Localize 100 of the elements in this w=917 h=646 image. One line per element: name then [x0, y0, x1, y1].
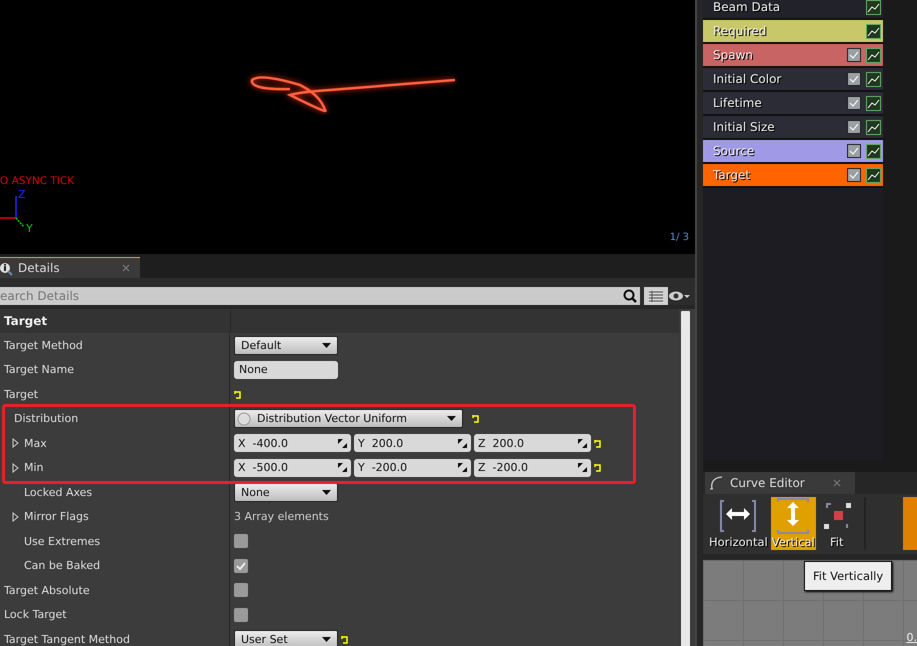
property-label: Use Extremes [24, 534, 100, 548]
property-label: Target [4, 388, 38, 401]
module-checkbox[interactable] [847, 72, 861, 86]
property-label: Target Tangent Method [4, 632, 130, 646]
property-label: Target Method [4, 338, 83, 352]
tab-label: Details [18, 261, 61, 275]
resize-arrows-icon [458, 463, 467, 472]
check-icon [848, 73, 860, 85]
module-checkbox[interactable] [847, 48, 861, 62]
toolbar-button[interactable]: Fit [818, 497, 856, 550]
reset-icon[interactable] [594, 463, 602, 472]
module-row[interactable]: Initial Color [703, 68, 883, 92]
circle-icon [237, 412, 251, 426]
dropdown[interactable]: User Set [234, 630, 338, 646]
tab-label: Curve Editor [730, 476, 806, 490]
text-field[interactable]: None [234, 360, 338, 379]
vector-field[interactable]: Z -200.0 [474, 458, 591, 477]
module-row[interactable]: Lifetime [703, 92, 883, 116]
property-label: Max [24, 436, 47, 450]
curve-graph-icon[interactable] [866, 24, 881, 38]
module-row[interactable]: Beam Data [703, 0, 883, 20]
module-checkbox[interactable] [847, 96, 861, 110]
resize-arrows-icon [578, 463, 587, 472]
property-label: Locked Axes [24, 486, 92, 499]
resize-arrows-icon [578, 438, 587, 448]
fit-vertical-icon [775, 498, 812, 534]
curve-editor-tab[interactable]: Curve Editor [705, 472, 855, 494]
tooltip: Fit Vertically [804, 561, 892, 591]
module-name: Target [713, 168, 752, 182]
array-count-text: 3 Array elements [234, 510, 329, 524]
module-name: Initial Size [713, 120, 776, 134]
checkbox[interactable] [234, 558, 248, 573]
module-name: Lifetime [713, 96, 763, 110]
axis-label: Y [26, 222, 33, 235]
axis-value: 0. [906, 630, 917, 644]
list-grid-icon [648, 290, 664, 302]
vector-field[interactable]: Z 200.0 [474, 434, 591, 452]
grid-view-button[interactable] [644, 287, 668, 305]
module-name: Initial Color [713, 72, 782, 86]
dropdown[interactable]: Distribution Vector Uniform [234, 409, 463, 428]
reset-icon[interactable] [341, 634, 349, 644]
caret-icon [322, 490, 331, 495]
vector-field[interactable]: X -500.0 [234, 458, 351, 477]
checkbox[interactable] [234, 534, 248, 548]
reset-icon[interactable] [234, 390, 242, 399]
module-name: Required [713, 24, 768, 38]
close-icon[interactable] [122, 264, 130, 272]
check-icon [848, 49, 860, 61]
expander-icon[interactable] [12, 438, 19, 448]
curve-graph-icon[interactable] [866, 72, 881, 86]
dropdown[interactable]: Default [234, 336, 338, 355]
fit-horizontal-icon [720, 498, 756, 534]
details-tab[interactable]: Details [0, 257, 140, 278]
property-label: Can be Baked [24, 559, 100, 572]
toolbar-button[interactable]: Horizontal [708, 497, 769, 550]
axis-label: Z [18, 188, 26, 201]
vector-field[interactable]: Y -200.0 [354, 458, 471, 477]
curve-graph-icon[interactable] [866, 96, 881, 110]
module-row[interactable]: Initial Size [703, 116, 883, 140]
curve-graph-icon[interactable] [866, 120, 881, 134]
module-checkbox[interactable] [847, 144, 861, 158]
caret-icon [322, 636, 331, 642]
scrollbar[interactable] [681, 311, 690, 646]
details-info-icon [0, 260, 14, 276]
resize-arrows-icon [458, 438, 467, 448]
curve-graph-icon[interactable] [866, 168, 881, 182]
module-name: Beam Data [713, 0, 782, 14]
property-label: Min [24, 461, 44, 474]
vector-field[interactable]: X -400.0 [234, 434, 351, 452]
module-checkbox[interactable] [847, 168, 861, 182]
checkbox[interactable] [234, 608, 248, 622]
status-text: O ASYNC TICK [0, 175, 74, 187]
checkbox[interactable] [234, 583, 248, 598]
search-field[interactable]: earch Details [0, 287, 620, 305]
curve-graph-icon[interactable] [866, 0, 881, 14]
check-icon [848, 97, 860, 109]
curve-icon [709, 475, 724, 491]
expander-icon[interactable] [12, 512, 19, 522]
close-icon[interactable] [833, 479, 841, 487]
vector-field[interactable]: Y 200.0 [354, 434, 471, 452]
curve-graph-icon[interactable] [866, 48, 881, 62]
check-icon [848, 145, 860, 157]
expander-icon[interactable] [12, 462, 19, 473]
module-name: Source [713, 144, 756, 158]
check-icon [848, 121, 860, 133]
property-label: Target Name [4, 363, 74, 376]
eye-icon[interactable] [668, 290, 690, 302]
property-label: Distribution [14, 412, 78, 426]
module-name: Spawn [713, 48, 754, 62]
frame-counter: 1/ 3 [670, 232, 689, 243]
resize-arrows-icon [338, 438, 347, 448]
module-checkbox[interactable] [847, 120, 861, 134]
reset-icon[interactable] [472, 414, 480, 424]
caret-icon [447, 416, 456, 422]
property-label: Lock Target [4, 608, 67, 622]
reset-icon[interactable] [594, 438, 602, 448]
curve-graph-icon[interactable] [866, 144, 881, 158]
check-icon [235, 560, 247, 572]
search-icon[interactable] [620, 287, 640, 305]
check-icon [848, 169, 860, 181]
